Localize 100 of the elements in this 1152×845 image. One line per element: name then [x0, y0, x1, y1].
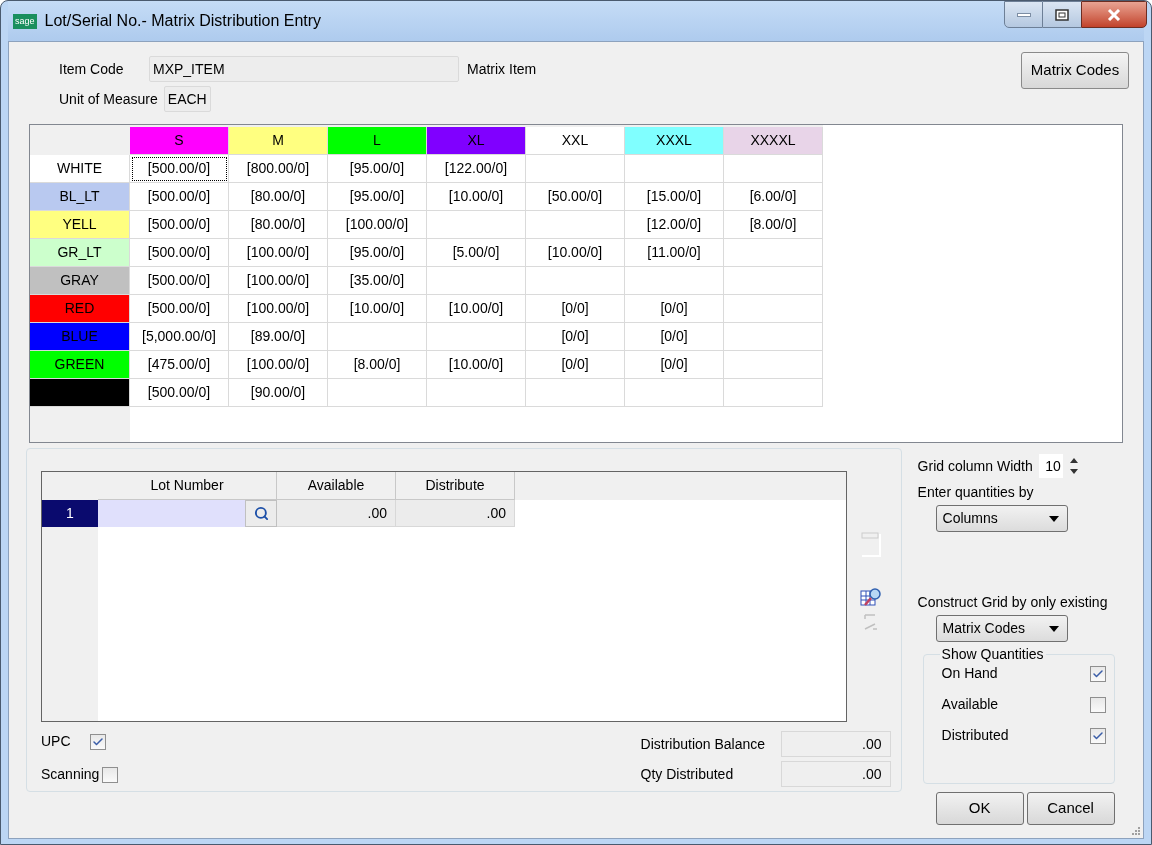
- grid-cell[interactable]: [0/0]: [526, 351, 625, 379]
- column-header[interactable]: L: [328, 127, 427, 155]
- item-code-field: MXP_ITEM: [149, 56, 459, 82]
- grid-cell[interactable]: [10.00/0]: [328, 295, 427, 323]
- app-logo: sage: [13, 13, 37, 29]
- grid-cell[interactable]: [0/0]: [625, 295, 724, 323]
- grid-cell[interactable]: [95.00/0]: [328, 155, 427, 183]
- empty-cell[interactable]: [724, 239, 823, 267]
- grid-cell[interactable]: [500.00/0]: [130, 183, 229, 211]
- grid-cell[interactable]: [10.00/0]: [526, 239, 625, 267]
- empty-cell[interactable]: [625, 155, 724, 183]
- grid-cell[interactable]: [8.00/0]: [724, 211, 823, 239]
- grid-cell[interactable]: [0/0]: [625, 323, 724, 351]
- grid-cell[interactable]: [89.00/0]: [229, 323, 328, 351]
- grid-cell[interactable]: [10.00/0]: [427, 351, 526, 379]
- row-header[interactable]: [30, 379, 130, 407]
- empty-cell[interactable]: [724, 351, 823, 379]
- grid-cell[interactable]: [100.00/0]: [328, 211, 427, 239]
- grid-cell[interactable]: [6.00/0]: [724, 183, 823, 211]
- row-header[interactable]: GR_LT: [30, 239, 130, 267]
- maximize-button[interactable]: [1043, 1, 1081, 28]
- empty-cell[interactable]: [625, 267, 724, 295]
- matrix-codes-button[interactable]: Matrix Codes: [1021, 52, 1129, 89]
- minimize-button[interactable]: [1004, 1, 1043, 28]
- grid-cell[interactable]: [500.00/0]: [130, 379, 229, 407]
- empty-cell[interactable]: [427, 267, 526, 295]
- grid-cell[interactable]: [95.00/0]: [328, 239, 427, 267]
- scanning-checkbox[interactable]: [102, 766, 119, 783]
- row-indicator[interactable]: 1: [42, 500, 98, 527]
- empty-cell[interactable]: [625, 379, 724, 407]
- row-header[interactable]: GRAY: [30, 267, 130, 295]
- empty-cell[interactable]: [526, 267, 625, 295]
- row-header[interactable]: GREEN: [30, 351, 130, 379]
- column-header[interactable]: M: [229, 127, 328, 155]
- empty-cell[interactable]: [724, 155, 823, 183]
- row-header[interactable]: BL_LT: [30, 183, 130, 211]
- construct-grid-dropdown[interactable]: Matrix Codes: [935, 615, 1068, 642]
- grid-cell[interactable]: [10.00/0]: [427, 295, 526, 323]
- grid-search-icon[interactable]: [860, 587, 882, 609]
- grid-cell[interactable]: [5.00/0]: [427, 239, 526, 267]
- grid-cell[interactable]: [10.00/0]: [427, 183, 526, 211]
- grid-cell[interactable]: [100.00/0]: [229, 267, 328, 295]
- grid-cell[interactable]: [95.00/0]: [328, 183, 427, 211]
- grid-cell[interactable]: [500.00/0]: [130, 239, 229, 267]
- enter-quantities-dropdown[interactable]: Columns: [935, 505, 1068, 532]
- dialog-button[interactable]: Cancel: [1026, 792, 1115, 825]
- empty-cell[interactable]: [526, 155, 625, 183]
- grid-cell[interactable]: [8.00/0]: [328, 351, 427, 379]
- grid-cell[interactable]: [11.00/0]: [625, 239, 724, 267]
- grid-cell[interactable]: [800.00/0]: [229, 155, 328, 183]
- empty-cell[interactable]: [427, 211, 526, 239]
- unit-of-measure-field: EACH: [163, 86, 211, 112]
- grid-cell[interactable]: [122.00/0]: [427, 155, 526, 183]
- empty-cell[interactable]: [724, 267, 823, 295]
- quantity-checkbox[interactable]: [1089, 696, 1106, 713]
- grid-cell[interactable]: [5,000.00/0]: [130, 323, 229, 351]
- grid-cell[interactable]: [475.00/0]: [130, 351, 229, 379]
- upc-checkbox[interactable]: [89, 733, 106, 750]
- grid-cell[interactable]: [80.00/0]: [229, 211, 328, 239]
- grid-cell[interactable]: [90.00/0]: [229, 379, 328, 407]
- quantity-checkbox[interactable]: [1089, 727, 1106, 744]
- grid-cell[interactable]: [80.00/0]: [229, 183, 328, 211]
- empty-cell[interactable]: [328, 379, 427, 407]
- grid-column-width-field[interactable]: 10: [1038, 454, 1063, 478]
- quantity-option-label: On Hand: [941, 664, 998, 683]
- column-header[interactable]: XXXL: [625, 127, 724, 155]
- empty-cell[interactable]: [427, 379, 526, 407]
- lot-number-field[interactable]: [98, 500, 245, 527]
- grid-cell[interactable]: [35.00/0]: [328, 267, 427, 295]
- resize-grip-icon[interactable]: [1131, 826, 1141, 836]
- row-header[interactable]: RED: [30, 295, 130, 323]
- grid-cell[interactable]: [15.00/0]: [625, 183, 724, 211]
- empty-cell[interactable]: [427, 323, 526, 351]
- grid-cell[interactable]: [100.00/0]: [229, 295, 328, 323]
- quantity-checkbox[interactable]: [1089, 665, 1106, 682]
- column-header[interactable]: S: [130, 127, 229, 155]
- grid-cell[interactable]: [0/0]: [526, 323, 625, 351]
- grid-cell[interactable]: [12.00/0]: [625, 211, 724, 239]
- empty-cell[interactable]: [526, 211, 625, 239]
- empty-cell[interactable]: [724, 323, 823, 351]
- grid-cell[interactable]: [0/0]: [625, 351, 724, 379]
- dialog-button[interactable]: OK: [935, 792, 1024, 825]
- grid-cell[interactable]: [500.00/0]: [130, 155, 229, 183]
- grid-cell[interactable]: [0/0]: [526, 295, 625, 323]
- empty-cell[interactable]: [526, 379, 625, 407]
- lookup-button[interactable]: [245, 500, 277, 527]
- grid-cell[interactable]: [50.00/0]: [526, 183, 625, 211]
- grid-cell[interactable]: [100.00/0]: [229, 351, 328, 379]
- grid-cell[interactable]: [500.00/0]: [130, 267, 229, 295]
- close-button[interactable]: [1081, 1, 1147, 28]
- row-header[interactable]: YELL: [30, 211, 130, 239]
- empty-cell[interactable]: [724, 379, 823, 407]
- grid-cell[interactable]: [100.00/0]: [229, 239, 328, 267]
- column-header[interactable]: XXXXL: [724, 127, 823, 155]
- row-header[interactable]: WHITE: [30, 155, 130, 183]
- empty-cell[interactable]: [724, 295, 823, 323]
- column-header[interactable]: XXL: [526, 127, 625, 155]
- empty-cell[interactable]: [328, 323, 427, 351]
- grid-cell[interactable]: [500.00/0]: [130, 295, 229, 323]
- grid-cell[interactable]: [500.00/0]: [130, 211, 229, 239]
